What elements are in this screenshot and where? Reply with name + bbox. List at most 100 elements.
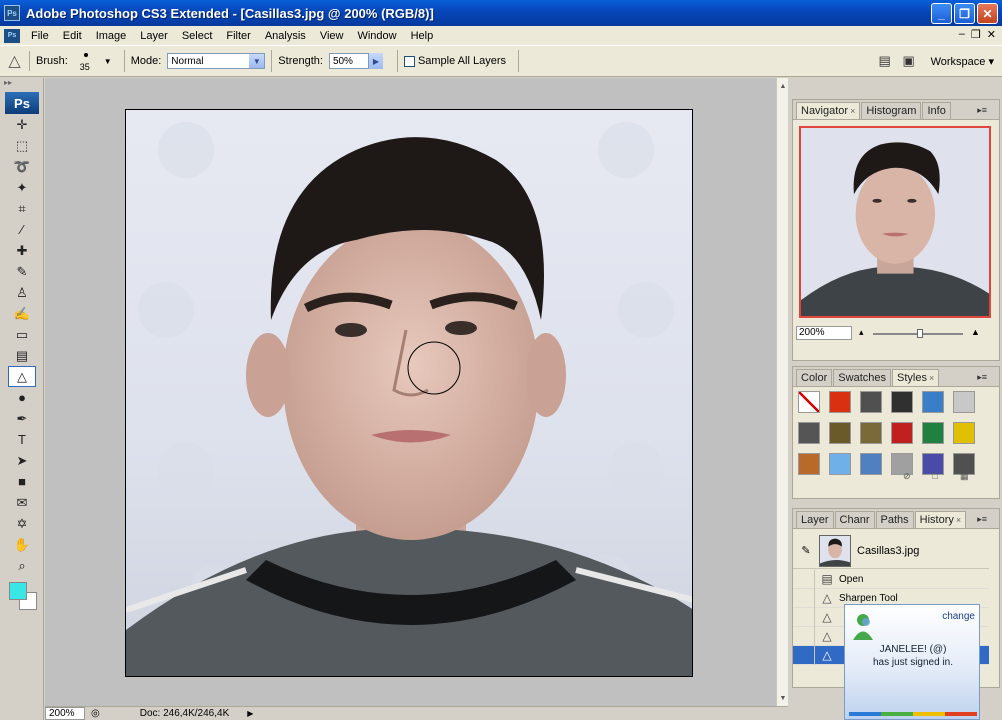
hand-tool[interactable]: ✋ [8, 534, 36, 555]
history-snapshot[interactable]: ✎ Casillas3.jpg [793, 533, 989, 569]
menu-window[interactable]: Window [350, 30, 403, 42]
new-style-icon[interactable]: □ [933, 471, 938, 482]
close-button[interactable]: ✕ [977, 3, 998, 24]
close-icon[interactable]: × [929, 373, 934, 383]
marquee-tool[interactable]: ⬚ [8, 135, 36, 156]
notes-tool[interactable]: ✉ [8, 492, 36, 513]
bridge-icon[interactable]: ▣ [897, 50, 921, 72]
menu-help[interactable]: Help [404, 30, 441, 42]
scroll-down-icon[interactable]: ▼ [777, 692, 789, 704]
canvas-area[interactable] [45, 78, 788, 706]
mode-select[interactable]: Normal ▼ [167, 53, 266, 69]
healing-brush-tool[interactable]: ✚ [8, 240, 36, 261]
style-swatch[interactable] [829, 422, 851, 444]
style-swatch[interactable] [891, 391, 913, 413]
history-source-cell[interactable] [797, 569, 815, 589]
history-source-cell[interactable] [797, 607, 815, 627]
toolbox-grip-icon[interactable]: ▸▸ [0, 78, 43, 88]
zoom-tool[interactable]: ⌕ [8, 555, 36, 576]
trash-icon[interactable]: ▦ [960, 471, 969, 482]
crop-tool[interactable]: ⌗ [8, 198, 36, 219]
gradient-tool[interactable]: ▤ [8, 345, 36, 366]
style-swatch[interactable] [860, 453, 882, 475]
sample-all-layers-checkbox[interactable] [403, 55, 415, 67]
style-swatch[interactable] [953, 391, 975, 413]
change-link[interactable]: change [942, 611, 975, 622]
tab-navigator[interactable]: Navigator × [796, 102, 861, 119]
tab-histogram[interactable]: Histogram [861, 102, 922, 119]
document-image[interactable] [125, 109, 693, 677]
menu-image[interactable]: Image [89, 30, 134, 42]
clear-style-icon[interactable]: ⊘ [903, 471, 911, 482]
tab-styles[interactable]: Styles × [892, 369, 940, 386]
type-tool[interactable]: T [8, 429, 36, 450]
history-brush-source-icon[interactable]: ✎ [793, 544, 819, 557]
path-selection-tool[interactable]: ➤ [8, 450, 36, 471]
menu-select[interactable]: Select [175, 30, 220, 42]
style-swatch[interactable] [860, 422, 882, 444]
style-swatch[interactable] [829, 391, 851, 413]
tab-info[interactable]: Info [922, 102, 951, 119]
tab-layers[interactable]: Layer [796, 511, 834, 528]
menu-file[interactable]: File [24, 30, 56, 42]
history-brush-tool[interactable]: ✍ [8, 303, 36, 324]
tab-channels[interactable]: Chanr [834, 511, 875, 528]
close-icon[interactable]: × [850, 106, 855, 116]
navigator-thumbnail[interactable] [799, 126, 991, 318]
zoom-in-icon[interactable]: ▲ [971, 327, 980, 337]
dodge-tool[interactable]: ● [8, 387, 36, 408]
style-swatch[interactable] [860, 391, 882, 413]
tool-preset-icon[interactable]: △ [0, 51, 30, 71]
tab-color[interactable]: Color [796, 369, 833, 386]
menu-analysis[interactable]: Analysis [258, 30, 313, 42]
pen-tool[interactable]: ✒ [8, 408, 36, 429]
brush-preview[interactable]: 35 [74, 49, 100, 73]
status-zoom-field[interactable]: 200% [45, 707, 85, 720]
doc-restore-button[interactable]: ❒ [971, 28, 981, 41]
close-icon[interactable]: × [956, 515, 961, 525]
doc-close-button[interactable]: ✕ [987, 28, 996, 41]
eraser-tool[interactable]: ▭ [8, 324, 36, 345]
navigator-zoom-slider[interactable] [873, 329, 963, 338]
brush-tool[interactable]: ✎ [8, 261, 36, 282]
menu-filter[interactable]: Filter [219, 30, 257, 42]
style-swatch[interactable] [829, 453, 851, 475]
style-swatch[interactable] [891, 422, 913, 444]
magic-wand-tool[interactable]: ✦ [8, 177, 36, 198]
workspace-menu[interactable]: Workspace ▾ [931, 55, 994, 68]
status-menu-arrow-icon[interactable]: ▶ [247, 709, 253, 718]
menu-view[interactable]: View [313, 30, 351, 42]
history-state-open[interactable]: ▤ Open [793, 569, 989, 589]
foreground-color-swatch[interactable] [9, 582, 27, 600]
style-swatch[interactable] [953, 422, 975, 444]
history-source-cell[interactable] [797, 626, 815, 646]
sign-in-notification[interactable]: change JANELEE! (@) has just signed in. [844, 604, 980, 720]
style-swatch[interactable] [798, 453, 820, 475]
document-icon[interactable]: Ps [4, 28, 20, 43]
style-swatch[interactable] [798, 422, 820, 444]
doc-minimize-button[interactable]: – [959, 28, 965, 41]
style-swatch[interactable] [922, 422, 944, 444]
app-icon[interactable]: Ps [4, 5, 20, 21]
palette-well-icon[interactable]: ▤ [873, 50, 897, 72]
slice-tool[interactable]: ∕ [8, 219, 36, 240]
history-source-cell[interactable] [797, 588, 815, 608]
strength-slider-button[interactable]: ▶ [368, 53, 383, 69]
style-swatch[interactable] [922, 391, 944, 413]
photoshop-logo[interactable]: Ps [5, 92, 39, 114]
lasso-tool[interactable]: ➰ [8, 156, 36, 177]
tab-history[interactable]: History × [914, 511, 967, 528]
panel-menu-icon[interactable]: ▸≡ [977, 514, 987, 525]
slider-thumb[interactable] [917, 329, 923, 338]
panel-menu-icon[interactable]: ▸≡ [977, 372, 987, 383]
minimize-button[interactable]: _ [931, 3, 952, 24]
shape-tool[interactable]: ■ [8, 471, 36, 492]
style-swatch[interactable] [798, 391, 820, 413]
scroll-up-icon[interactable]: ▲ [777, 80, 789, 92]
tab-paths[interactable]: Paths [875, 511, 914, 528]
history-source-cell[interactable] [797, 645, 815, 665]
eyedropper-tool[interactable]: ✡ [8, 513, 36, 534]
panel-menu-icon[interactable]: ▸≡ [977, 105, 987, 116]
status-info-icon[interactable]: ◎ [91, 708, 100, 719]
maximize-button[interactable]: ❒ [954, 3, 975, 24]
